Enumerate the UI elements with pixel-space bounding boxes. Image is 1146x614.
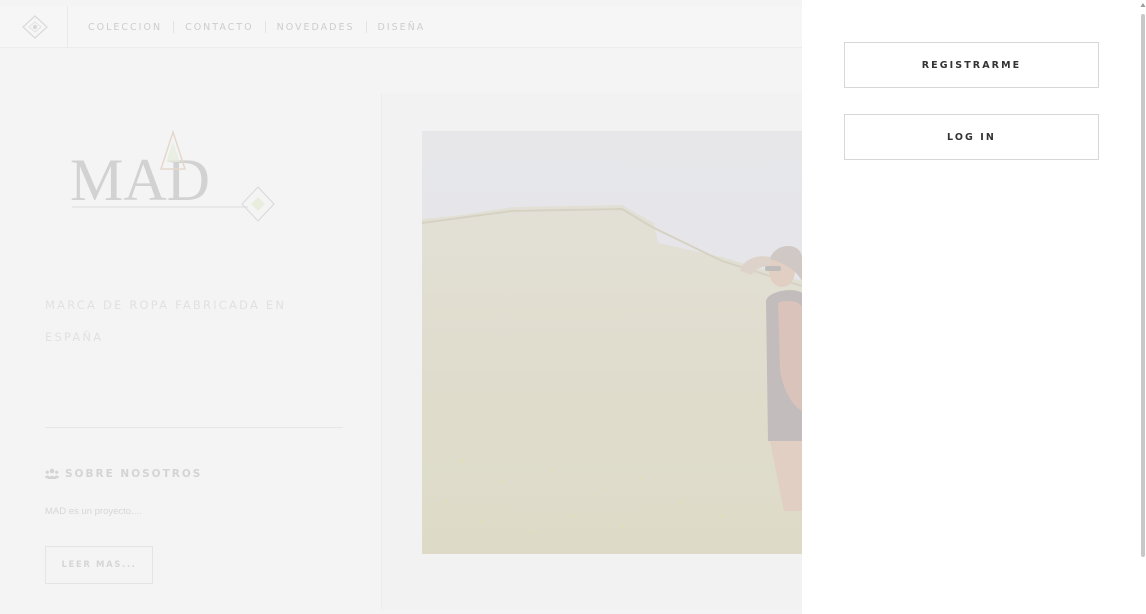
main-nav: COLECCION CONTACTO NOVEDADES DISEÑA (88, 6, 425, 48)
brand-tagline: MARCA DE ROPA FABRICADA EN ESPAÑA (45, 298, 287, 344)
scrollbar-thumb[interactable] (1141, 14, 1145, 557)
topbar-divider (67, 6, 68, 48)
login-button[interactable]: LOG IN (844, 114, 1099, 160)
mad-logo[interactable]: MAD (66, 80, 281, 230)
account-panel: REGISTRARME LOG IN (802, 0, 1146, 614)
diamond-logo-icon[interactable] (20, 14, 50, 40)
scroll-up-arrow-icon[interactable] (1140, 2, 1146, 8)
section-divider (45, 427, 343, 428)
nav-item-novedades[interactable]: NOVEDADES (277, 22, 355, 33)
background-site[interactable]: COLECCION CONTACTO NOVEDADES DISEÑA MAD … (0, 0, 802, 614)
page: COLECCION CONTACTO NOVEDADES DISEÑA MAD … (0, 0, 1146, 614)
about-heading: SOBRE NOSOTROS (45, 468, 202, 480)
nav-item-disena[interactable]: DISEÑA (378, 22, 426, 33)
top-navigation-bar: COLECCION CONTACTO NOVEDADES DISEÑA (0, 6, 802, 48)
nav-divider (365, 21, 367, 33)
nav-item-coleccion[interactable]: COLECCION (88, 22, 162, 33)
read-more-button[interactable]: LEER MAS... (45, 546, 153, 584)
nav-item-contacto[interactable]: CONTACTO (185, 22, 254, 33)
users-icon (45, 468, 59, 479)
nav-divider (173, 21, 175, 33)
about-title: SOBRE NOSOTROS (65, 468, 203, 480)
logo-text: MAD (70, 147, 210, 213)
about-text: MAD es un proyecto.... (45, 506, 142, 517)
hero-photo[interactable] (422, 131, 802, 554)
register-button[interactable]: REGISTRARME (844, 42, 1099, 88)
nav-divider (264, 21, 266, 33)
